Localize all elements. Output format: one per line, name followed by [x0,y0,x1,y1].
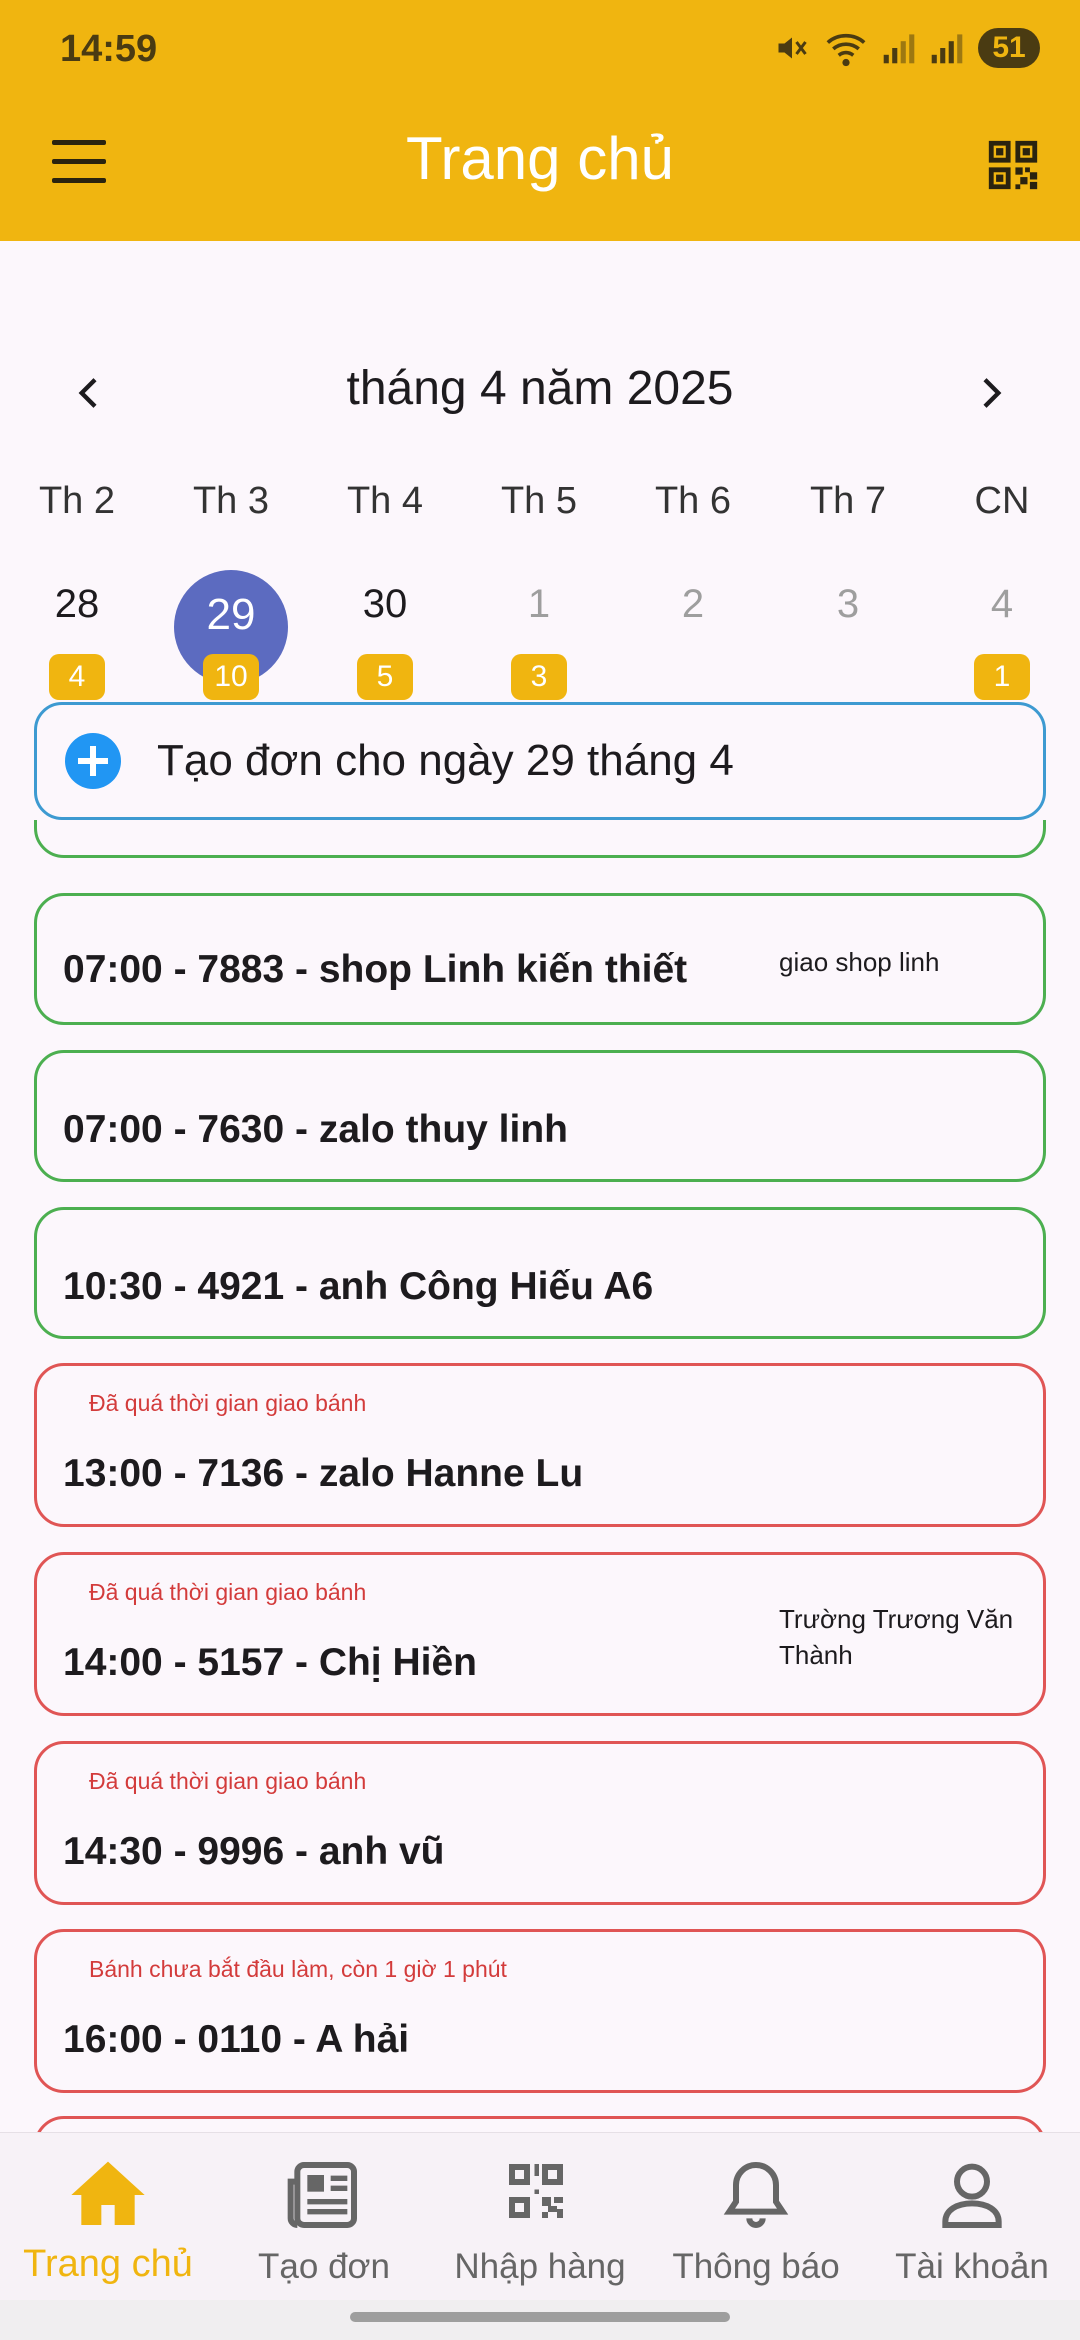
bell-icon [716,2155,796,2235]
week-calendar: Th 2 Th 3 Th 4 Th 5 Th 6 Th 7 CN 28 4 29 10 30 5 1 3 2… [0,480,1080,700]
mute-icon [778,37,807,59]
day-number: 1 [527,582,551,626]
next-month-button[interactable] [960,363,1020,423]
order-card-partial[interactable] [34,2116,1046,2133]
newspaper-icon [284,2155,364,2235]
order-card[interactable]: 07:00 - 7630 - zalo thuy linh [34,1050,1046,1182]
day-cell[interactable]: 13 [464,570,614,700]
order-title: 07:00 - 7630 - zalo thuy linh [63,1108,568,1151]
nav-item-newspaper[interactable]: Tạo đơn [216,2133,432,2300]
month-label: tháng 4 năm 2025 [346,362,734,415]
order-title: 14:30 - 9996 - anh vũ [63,1830,445,1873]
battery-indicator: 51 [978,28,1040,68]
nav-label: Tạo đơn [258,2247,390,2286]
nav-item-account[interactable]: Tài khoản [864,2133,1080,2300]
month-navigation: tháng 4 năm 2025 [0,355,1080,425]
order-title: 16:00 - 0110 - A hải [63,2018,410,2061]
order-note: giao shop linh [779,947,940,977]
signal-icon [883,34,915,64]
order-title: 07:00 - 7883 - shop Linh kiến thiết [63,948,688,991]
nav-item-home[interactable]: Trang chủ [0,2133,216,2300]
order-warning: Đã quá thời gian giao bánh [89,1390,367,1416]
day-number: 4 [990,582,1014,626]
order-card[interactable]: 07:00 - 7883 - shop Linh kiến thiết giao … [34,893,1046,1025]
status-time: 14:59 [60,28,158,70]
home-icon [68,2155,148,2235]
wifi-icon [826,33,866,67]
order-warning: Đã quá thời gian giao bánh [89,1768,367,1794]
account-icon [932,2155,1012,2235]
order-card[interactable]: Đã quá thời gian giao bánh 14:00 - 5157 -… [34,1552,1046,1716]
day-number: 30 [362,582,408,626]
order-count-badge: 10 [203,654,259,700]
order-card-partial[interactable] [34,820,1046,858]
signal-icon [931,34,963,64]
day-cell[interactable]: 30 5 [310,570,460,700]
order-note: Trường Trương Văn Thành [779,1604,1014,1670]
qr-code-icon[interactable] [984,136,1042,194]
order-list[interactable]: 07:00 - 7883 - shop Linh kiến thiết giao … [0,820,1080,2133]
create-order-button[interactable]: Tạo đơn cho ngày 29 tháng 4 [34,702,1046,820]
order-title: 14:00 - 5157 - Chị Hiền [63,1641,477,1684]
nav-item-bell[interactable]: Thông báo [648,2133,864,2300]
order-warning: Đã quá thời gian giao bánh [89,1579,367,1605]
day-number: 3 [836,582,860,626]
nav-label: Thông báo [672,2247,840,2286]
order-count-badge: 1 [974,654,1030,700]
nav-item-qr-code[interactable]: Nhập hàng [432,2133,648,2300]
order-card[interactable]: Bánh chưa bắt đầu làm, còn 1 giờ 1 phút 1… [34,1929,1046,2093]
weekday-label: Th 3 [192,480,270,522]
order-count-badge: 4 [49,654,105,700]
chevron-right-icon [983,378,1002,408]
status-icons: 51 [774,28,1040,68]
gesture-bar[interactable] [350,2312,730,2322]
weekday-label: Th 5 [500,480,578,522]
weekday-label: Th 7 [809,480,887,522]
order-warning: Bánh chưa bắt đầu làm, còn 1 giờ 1 phút [89,1956,507,1982]
order-card[interactable]: 10:30 - 4921 - anh Công Hiếu A6 [34,1207,1046,1339]
weekday-label: Th 6 [654,480,732,522]
weekday-header: Th 2 Th 3 Th 4 Th 5 Th 6 Th 7 CN [0,480,1080,540]
qr-code-icon [500,2155,580,2235]
page-title: Trang chủ [406,125,674,192]
day-number: 29 [206,590,256,639]
day-cell[interactable]: 41 [927,570,1077,700]
bottom-navigation: Trang chủ Tạo đơn Nhập hàng Thông báo Tài kh… [0,2133,1080,2300]
order-count-badge: 5 [357,654,413,700]
order-card[interactable]: Đã quá thời gian giao bánh 14:30 - 9996 -… [34,1741,1046,1905]
nav-label: Nhập hàng [454,2247,626,2286]
nav-label: Trang chủ [23,2243,193,2285]
day-cell[interactable]: 28 4 [2,570,152,700]
order-title: 13:00 - 7136 - zalo Hanne Lu [63,1452,584,1495]
day-cell[interactable]: 29 10 [156,570,306,700]
day-number: 2 [681,582,705,626]
day-cell[interactable]: 2 [618,570,768,700]
order-count-badge: 3 [511,654,567,700]
add-icon [65,733,121,789]
day-row: 28 4 29 10 30 5 1 3 2 3 4 1 [0,570,1080,700]
day-cell[interactable]: 3 [773,570,923,700]
order-card[interactable]: Đã quá thời gian giao bánh 13:00 - 7136 -… [34,1363,1046,1527]
nav-label: Tài khoản [895,2247,1049,2286]
app-bar: 14:59 51 Trang chủ [0,0,1080,241]
weekday-label: Th 4 [346,480,424,522]
weekday-label: CN [974,480,1030,522]
day-number: 28 [54,582,100,626]
create-order-label: Tạo đơn cho ngày 29 tháng 4 [157,736,734,785]
order-title: 10:30 - 4921 - anh Công Hiếu A6 [63,1265,654,1308]
weekday-label: Th 2 [38,480,116,522]
